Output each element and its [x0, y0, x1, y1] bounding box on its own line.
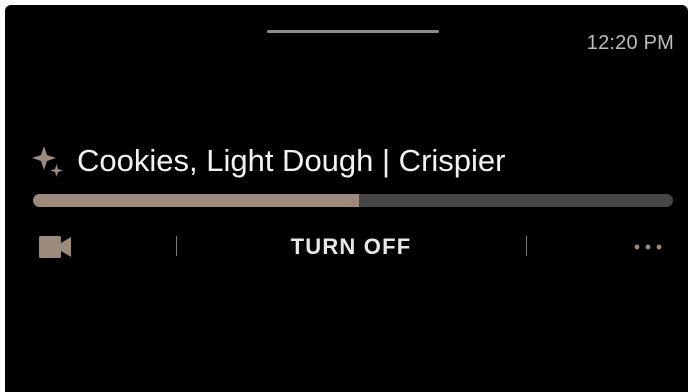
clock: 12:20 PM — [586, 32, 674, 54]
cook-progress-bar — [33, 194, 673, 207]
cook-title-row: Cookies, Light Dough | Crispier — [31, 143, 505, 179]
camera-button[interactable] — [38, 234, 72, 260]
cook-progress-fill — [33, 194, 360, 207]
divider — [176, 236, 177, 256]
oven-status-screen: 12:20 PM Cookies, Light Dough | Crispier… — [5, 5, 688, 392]
more-options-button[interactable] — [631, 236, 665, 258]
sparkle-icon — [32, 146, 63, 177]
video-camera-icon — [39, 236, 71, 258]
more-horizontal-icon — [634, 244, 662, 250]
divider — [526, 236, 527, 256]
turn-off-button[interactable]: TURN OFF — [265, 233, 437, 261]
controls-row: TURN OFF — [5, 231, 688, 263]
drag-handle[interactable] — [267, 30, 439, 33]
cook-title: Cookies, Light Dough | Crispier — [77, 143, 506, 178]
